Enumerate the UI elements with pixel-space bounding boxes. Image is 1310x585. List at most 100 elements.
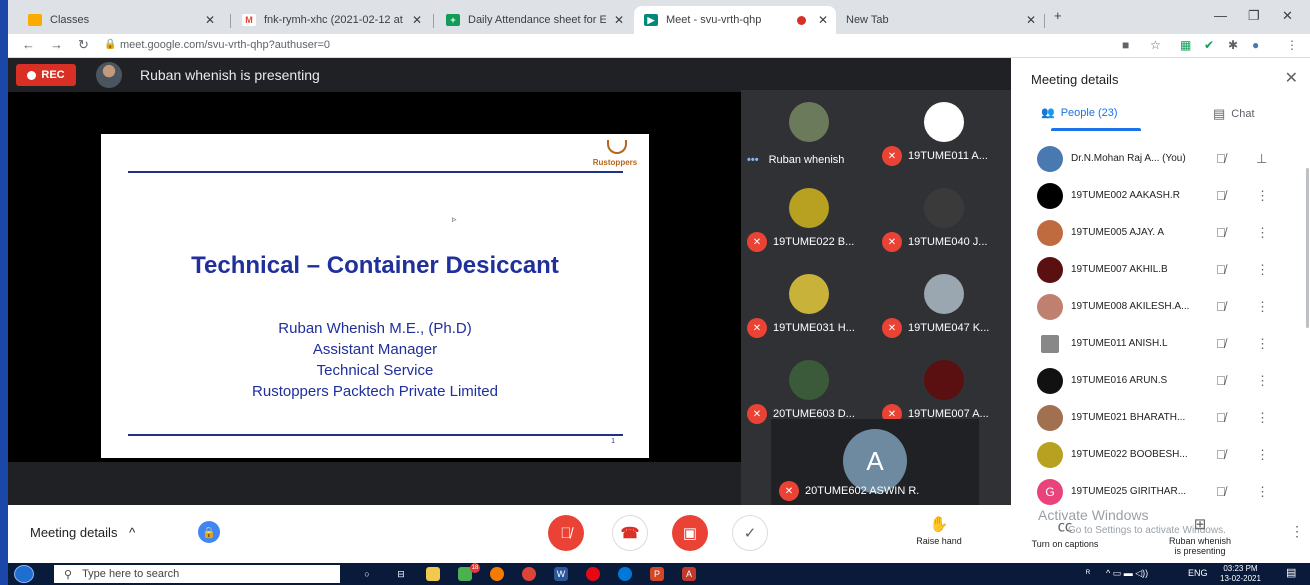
tray-icons[interactable]: ^ ▭ ▬ ◁)) — [1106, 568, 1148, 579]
close-icon[interactable]: ✕ — [818, 13, 828, 27]
camera-icon[interactable]: ■ — [1122, 38, 1129, 52]
window-close-icon[interactable]: ✕ — [1282, 8, 1293, 24]
file-explorer-icon[interactable] — [426, 567, 440, 581]
camera-off-button[interactable]: ▣ — [672, 515, 708, 551]
clock[interactable]: 03:23 PM 13-02-2021 — [1220, 564, 1261, 584]
minimize-icon[interactable]: — — [1214, 8, 1227, 23]
shield-icon[interactable]: 🔒 — [198, 521, 220, 543]
profile-icon[interactable]: ● — [1252, 38, 1259, 52]
list-item[interactable]: 19TUME011 ANISH.L 🎙̸ ⋮ — [1011, 325, 1310, 362]
more-options-icon[interactable]: ⋮ — [1290, 523, 1304, 540]
address-bar: ← → ↻ 🔒 meet.google.com/svu-vrth-qhp?aut… — [8, 34, 1310, 58]
active-tab-indicator — [1051, 128, 1141, 131]
microphone-off-button[interactable]: 🎙̸ — [548, 515, 584, 551]
avatar — [1041, 334, 1059, 353]
participant-tile[interactable]: A ✕ 20TUME602 ASWIN R. — [771, 419, 979, 505]
task-view-icon[interactable]: ⊟ — [394, 567, 408, 581]
participant-tile[interactable]: ✕ 19TUME031 H... — [741, 262, 876, 348]
divider — [128, 171, 623, 173]
mic-off-icon: 🎙̸ — [1216, 410, 1226, 425]
participant-tile[interactable]: ✕ 19TUME040 J... — [876, 176, 1011, 262]
list-item[interactable]: 19TUME022 BOOBESH... 🎙̸ ⋮ — [1011, 436, 1310, 473]
raise-hand-button[interactable]: ✋ Raise hand — [904, 515, 974, 546]
participant-name: Ruban whenish — [768, 154, 845, 166]
action-center-icon[interactable]: ▤ — [1286, 566, 1296, 579]
more-options-icon[interactable]: ⋮ — [1256, 188, 1269, 204]
avatar — [1037, 293, 1063, 320]
more-options-icon[interactable]: ⋮ — [1256, 447, 1269, 463]
tab-people[interactable]: 👥 People (23) — [1041, 106, 1118, 120]
word-icon[interactable]: W — [554, 567, 568, 581]
url-field[interactable]: meet.google.com/svu-vrth-qhp?authuser=0 — [120, 39, 330, 51]
acrobat-icon[interactable]: A — [682, 567, 696, 581]
sheets-extension-icon[interactable]: ▦ — [1180, 38, 1191, 52]
scrollbar[interactable] — [1306, 168, 1309, 328]
meeting-details-button[interactable]: Meeting details ^ — [30, 525, 135, 540]
tab-new-tab[interactable]: New Tab ✕ — [836, 6, 1044, 34]
list-item[interactable]: 19TUME016 ARUN.S 🎙̸ ⋮ — [1011, 362, 1310, 399]
more-options-icon[interactable]: ⋮ — [1256, 484, 1269, 500]
list-item[interactable]: 19TUME008 AKILESH.A... 🎙̸ ⋮ — [1011, 288, 1310, 325]
close-icon[interactable]: ✕ — [1285, 68, 1298, 88]
more-actions-button[interactable]: ✓ — [732, 515, 768, 551]
people-icon: 👥 — [1041, 107, 1055, 119]
extensions-icon[interactable]: ✱ — [1228, 38, 1238, 52]
lock-icon: 🔒 — [104, 39, 117, 50]
cortana-icon[interactable]: ○ — [360, 567, 374, 581]
opera-icon[interactable] — [586, 567, 600, 581]
forward-icon[interactable]: → — [50, 37, 63, 52]
tab-meet[interactable]: ▶ Meet - svu-vrth-qhp ✕ — [634, 6, 836, 34]
maximize-icon[interactable]: ❐ — [1248, 8, 1260, 24]
close-icon[interactable]: ✕ — [1026, 13, 1036, 27]
more-options-icon[interactable]: ⋮ — [1256, 410, 1269, 426]
powerpoint-icon[interactable]: P — [650, 567, 664, 581]
start-button[interactable] — [14, 565, 34, 583]
tab-sheets[interactable]: + Daily Attendance sheet for Even s ✕ — [436, 6, 632, 34]
windows-taskbar: ⚲ Type here to search ○ ⊟ 18 W P A ᴿ ^ ▭… — [8, 563, 1310, 585]
more-options-icon[interactable]: ⋮ — [1256, 336, 1269, 352]
mic-off-icon: ✕ — [882, 318, 902, 338]
tab-classes[interactable]: Classes ✕ — [18, 6, 223, 34]
participant-tile[interactable]: ✕ 19TUME011 A... — [876, 90, 1011, 176]
more-options-icon[interactable]: ⋮ — [1256, 373, 1269, 389]
present-now-button[interactable]: ⊞ Ruban whenish is presenting — [1158, 515, 1242, 556]
taskbar-search[interactable]: ⚲ Type here to search — [54, 565, 340, 583]
list-item[interactable]: 19TUME002 AAKASH.R 🎙̸ ⋮ — [1011, 177, 1310, 214]
pin-icon[interactable]: ⊥ — [1256, 151, 1267, 167]
clock-date: 13-02-2021 — [1220, 574, 1261, 583]
more-options-icon[interactable]: ⋮ — [1256, 225, 1269, 241]
star-icon[interactable]: ☆ — [1150, 38, 1161, 52]
close-icon[interactable]: ✕ — [205, 13, 215, 27]
close-icon[interactable]: ✕ — [614, 13, 624, 27]
participant-tile[interactable]: ✕ 19TUME022 B... — [741, 176, 876, 262]
firefox-icon[interactable] — [490, 567, 504, 581]
back-icon[interactable]: ← — [22, 37, 35, 52]
check-extension-icon[interactable]: ✔ — [1204, 38, 1214, 52]
participant-tile[interactable]: ✕ 19TUME047 K... — [876, 262, 1011, 348]
hang-up-button[interactable]: ☎ — [612, 515, 648, 551]
search-icon: ⚲ — [64, 568, 73, 581]
hand-icon: ✋ — [929, 516, 949, 533]
participant-tile[interactable]: ••• Ruban whenish — [741, 90, 876, 176]
list-item[interactable]: 19TUME005 AJAY. A 🎙̸ ⋮ — [1011, 214, 1310, 251]
more-options-icon[interactable]: ⋮ — [1256, 299, 1269, 315]
chrome-icon[interactable] — [522, 567, 536, 581]
more-options-icon[interactable]: ⋮ — [1256, 262, 1269, 278]
close-icon[interactable]: ✕ — [412, 13, 422, 27]
tab-gmail[interactable]: M fnk-rymh-xhc (2021-02-12 at 20: ✕ — [232, 6, 430, 34]
mic-off-icon: 🎙̸ — [1216, 299, 1226, 314]
language-indicator[interactable]: ENG — [1188, 568, 1208, 578]
new-tab-button[interactable]: + — [1054, 8, 1062, 23]
list-item[interactable]: Dr.N.Mohan Raj A... (You) 🎙̸ ⊥ — [1011, 140, 1310, 177]
people-tray-icon[interactable]: ᴿ — [1086, 568, 1090, 578]
tab-chat[interactable]: ▤ Chat — [1213, 106, 1255, 122]
avatar — [788, 102, 829, 142]
list-item[interactable]: 19TUME021 BHARATH... 🎙̸ ⋮ — [1011, 399, 1310, 436]
participant-name: 19TUME008 AKILESH.A... — [1071, 301, 1190, 312]
menu-icon[interactable]: ⋮ — [1286, 38, 1298, 52]
edge-icon[interactable] — [618, 567, 632, 581]
chevron-up-icon: ^ — [129, 525, 136, 540]
reload-icon[interactable]: ↻ — [78, 37, 89, 53]
browser-window: Classes ✕ M fnk-rymh-xhc (2021-02-12 at … — [8, 0, 1310, 585]
list-item[interactable]: 19TUME007 AKHIL.B 🎙̸ ⋮ — [1011, 251, 1310, 288]
